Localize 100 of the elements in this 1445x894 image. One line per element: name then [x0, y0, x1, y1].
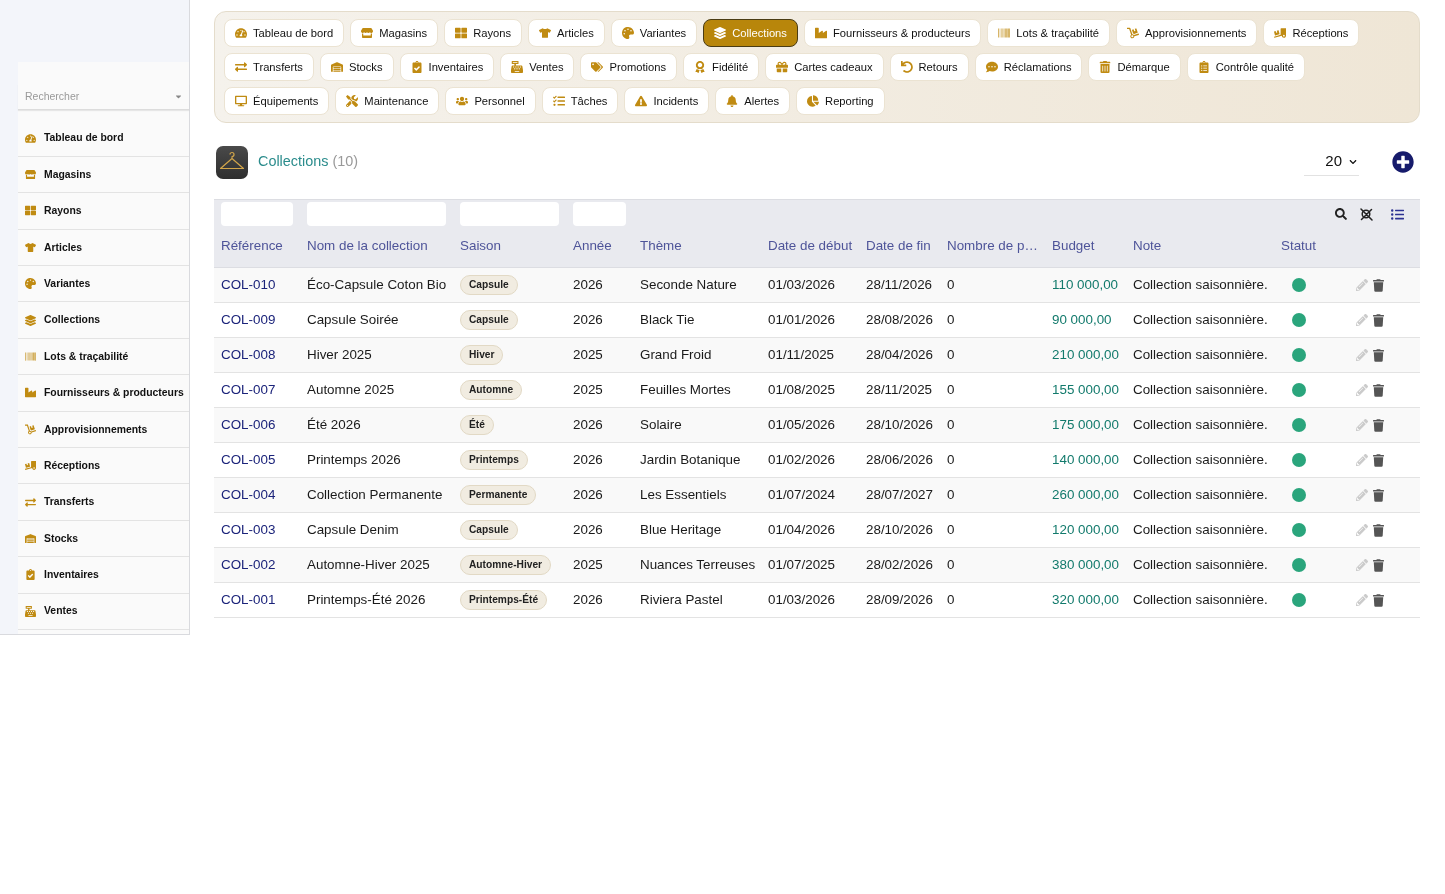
reference-link[interactable]: COL-006: [221, 414, 276, 436]
nav-button[interactable]: Variantes: [610, 19, 698, 47]
sidebar-item[interactable]: Rayons: [18, 193, 189, 230]
search-icon[interactable]: [1335, 208, 1347, 220]
nav-button[interactable]: Fournisseurs & producteurs: [803, 19, 982, 47]
clipboard-check-icon: [410, 61, 423, 73]
speech-bubble-icon: [985, 61, 998, 73]
nav-button[interactable]: Tableau de bord: [224, 19, 345, 47]
nav-button[interactable]: Incidents: [624, 87, 710, 115]
budget-amount: 260 000,00: [1052, 485, 1120, 504]
table-cell-text: Collection Permanente: [307, 485, 443, 504]
table-cell-text: Automne 2025: [307, 380, 395, 399]
sidebar-item[interactable]: Transferts: [18, 484, 189, 521]
nav-button[interactable]: Lots & traçabilité: [987, 19, 1111, 47]
sidebar-item[interactable]: Fournisseurs & producteurs: [18, 375, 189, 412]
nav-button[interactable]: Ventes: [500, 53, 575, 81]
layers-icon: [25, 314, 36, 326]
nav-button[interactable]: Contrôle qualité: [1186, 53, 1306, 81]
nav-button[interactable]: Réclamations: [974, 53, 1083, 81]
nav-button[interactable]: Alertes: [715, 87, 791, 115]
reference-link[interactable]: COL-008: [221, 344, 276, 366]
trash-icon[interactable]: [1373, 383, 1384, 397]
table-cell-text: 28/10/2026: [866, 520, 934, 539]
reference-link[interactable]: COL-003: [221, 519, 276, 541]
nav-button[interactable]: Magasins: [350, 19, 439, 47]
reference-link[interactable]: COL-005: [221, 449, 276, 471]
column-header[interactable]: Note: [1133, 236, 1162, 257]
column-header[interactable]: Nombre de p…: [947, 236, 1038, 257]
sidebar-item[interactable]: Stocks: [18, 520, 189, 558]
sidebar-item[interactable]: Tableau de bord: [18, 120, 189, 157]
sidebar-item[interactable]: Ventes: [18, 593, 189, 630]
nav-button[interactable]: Articles: [528, 19, 605, 47]
nav-button[interactable]: Approvisionnements: [1116, 19, 1258, 47]
trash-icon[interactable]: [1373, 313, 1384, 327]
column-header[interactable]: Nom de la collection: [307, 236, 428, 257]
sidebar-item[interactable]: Réceptions: [18, 448, 189, 485]
column-header[interactable]: Référence: [221, 236, 283, 257]
nav-button[interactable]: Rayons: [444, 19, 523, 47]
table-cell-text: Blue Heritage: [640, 520, 722, 539]
sidebar-item[interactable]: Lots & traçabilité: [18, 338, 189, 376]
trash-icon[interactable]: [1373, 558, 1384, 572]
column-header[interactable]: Année: [573, 236, 612, 257]
table-cell-text: 01/03/2026: [768, 275, 836, 294]
reference-link[interactable]: COL-007: [221, 379, 276, 401]
column-header[interactable]: Thème: [640, 236, 682, 257]
list-icon[interactable]: [1391, 207, 1404, 221]
column-header[interactable]: Saison: [460, 236, 501, 257]
page-title: Collections: [258, 152, 329, 172]
sidebar-item[interactable]: Articles: [18, 229, 189, 267]
nav-button[interactable]: Démarque: [1088, 53, 1181, 81]
nav-button[interactable]: Tâches: [541, 87, 619, 115]
reference-link[interactable]: COL-004: [221, 484, 276, 506]
nav-button[interactable]: Équipements: [224, 87, 330, 115]
factory-icon: [814, 27, 827, 39]
cash-register-icon: [511, 61, 524, 73]
nav-button[interactable]: Retours: [889, 53, 969, 81]
table-cell-text: 28/11/2026: [866, 275, 933, 294]
search-field[interactable]: Rechercher: [18, 83, 189, 110]
nav-button[interactable]: Inventaires: [399, 53, 495, 81]
sidebar-item[interactable]: Collections: [18, 302, 189, 339]
season-badge: Hiver: [460, 345, 504, 365]
crossed-search-icon[interactable]: [1360, 207, 1373, 221]
store-icon: [25, 169, 36, 181]
sidebar-item[interactable]: Magasins: [18, 156, 189, 194]
table-cell-text: 01/04/2026: [768, 520, 836, 539]
nav-button[interactable]: Personnel: [445, 87, 536, 115]
trash-icon[interactable]: [1373, 418, 1384, 432]
nav-button[interactable]: Promotions: [580, 53, 678, 81]
page-size-select[interactable]: 20: [1304, 148, 1359, 176]
sidebar-item[interactable]: Inventaires: [18, 557, 189, 594]
reference-link[interactable]: COL-001: [221, 589, 276, 611]
trash-icon[interactable]: [1373, 593, 1384, 607]
column-header[interactable]: Date de début: [768, 236, 853, 257]
budget-amount: 155 000,00: [1052, 380, 1120, 399]
trash-icon[interactable]: [1373, 488, 1384, 502]
hand-truck-boxes-icon: [1274, 27, 1287, 39]
nav-button[interactable]: Transferts: [224, 53, 314, 81]
reference-link[interactable]: COL-009: [221, 309, 276, 331]
warehouse-icon: [25, 533, 36, 544]
sidebar-item[interactable]: Approvisionnements: [18, 411, 189, 448]
sidebar-item[interactable]: Variantes: [18, 266, 189, 303]
column-header[interactable]: Statut: [1281, 236, 1316, 257]
gauge-icon: [25, 132, 36, 144]
season-badge: Automne-Hiver: [460, 555, 552, 575]
reference-link[interactable]: COL-010: [221, 274, 276, 296]
hand-truck-boxes-icon: [25, 460, 36, 472]
column-header[interactable]: Date de fin: [866, 236, 931, 257]
trash-icon[interactable]: [1373, 278, 1384, 292]
trash-icon[interactable]: [1373, 523, 1384, 537]
reference-link[interactable]: COL-002: [221, 554, 276, 576]
trash-icon[interactable]: [1373, 348, 1384, 362]
nav-button[interactable]: Maintenance: [335, 87, 440, 115]
nav-button[interactable]: Stocks: [319, 53, 394, 81]
nav-button[interactable]: Reporting: [796, 87, 885, 115]
nav-button[interactable]: Réceptions: [1263, 19, 1360, 47]
column-header[interactable]: Budget: [1052, 236, 1095, 257]
nav-button[interactable]: Fidélité: [683, 53, 760, 81]
hanger-icon: [216, 145, 248, 179]
nav-button[interactable]: Cartes cadeaux: [765, 53, 884, 81]
trash-icon[interactable]: [1373, 453, 1384, 467]
